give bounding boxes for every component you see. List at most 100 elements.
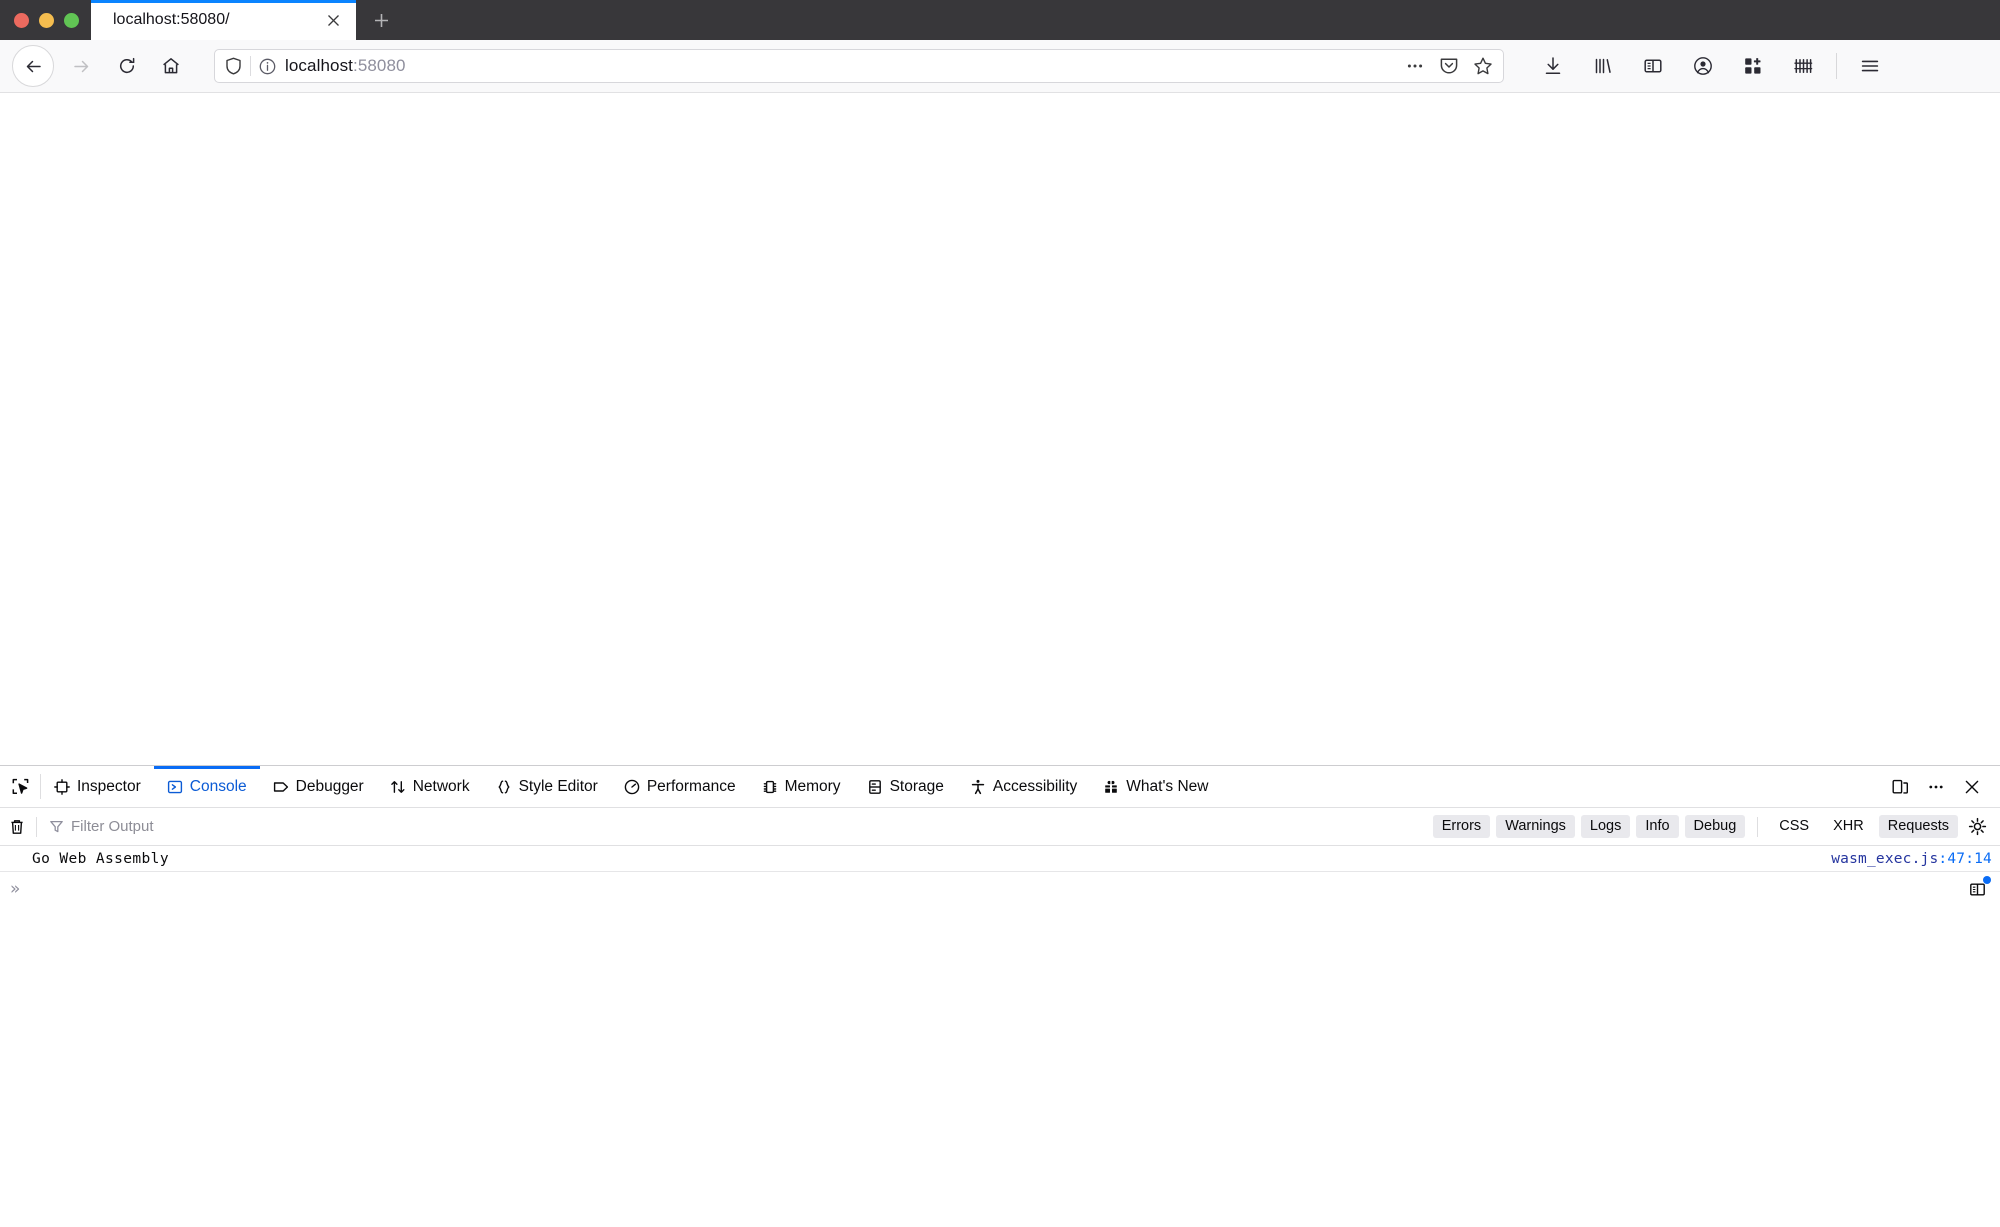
tab-console[interactable]: Console bbox=[153, 766, 260, 807]
tab-console-label: Console bbox=[189, 777, 247, 795]
account-icon[interactable] bbox=[1683, 46, 1723, 86]
devtools-toolbar: Inspector Console Debugger Network Style… bbox=[0, 766, 2000, 808]
tab-inspector-label: Inspector bbox=[77, 777, 141, 795]
devtools-toolbar-actions bbox=[1882, 766, 2000, 807]
tab-network[interactable]: Network bbox=[377, 766, 483, 807]
container-tabs-icon[interactable] bbox=[1783, 46, 1823, 86]
browser-toolbar-actions bbox=[1528, 46, 1895, 86]
navigation-toolbar: localhost:58080 bbox=[0, 40, 2000, 93]
performance-icon bbox=[624, 779, 640, 795]
filter-chip-errors[interactable]: Errors bbox=[1432, 815, 1491, 838]
tab-memory[interactable]: Memory bbox=[749, 766, 854, 807]
split-console-indicator bbox=[1983, 876, 1991, 884]
close-window-button[interactable] bbox=[14, 12, 29, 28]
console-prompt-chevron-icon: » bbox=[10, 879, 21, 899]
extensions-icon[interactable] bbox=[1733, 46, 1773, 86]
filter-chip-requests[interactable]: Requests bbox=[1878, 815, 1958, 838]
tab-debugger-label: Debugger bbox=[295, 777, 364, 795]
gear-icon[interactable] bbox=[1960, 808, 1994, 846]
url-port: :58080 bbox=[353, 56, 406, 75]
console-icon bbox=[167, 779, 183, 795]
console-message-text: Go Web Assembly bbox=[32, 850, 169, 867]
url-text[interactable]: localhost:58080 bbox=[285, 56, 1405, 76]
filter-chip-warnings[interactable]: Warnings bbox=[1496, 815, 1575, 838]
funnel-icon bbox=[49, 819, 64, 834]
tab-debugger[interactable]: Debugger bbox=[260, 766, 377, 807]
trash-icon[interactable] bbox=[0, 808, 34, 846]
home-button[interactable] bbox=[150, 45, 192, 87]
console-filter-chips: Errors Warnings Logs Info Debug CSS XHR … bbox=[1432, 815, 1958, 838]
toolbar-divider bbox=[1836, 53, 1837, 79]
reload-button[interactable] bbox=[106, 45, 148, 87]
filter-chip-divider bbox=[1757, 816, 1759, 837]
whats-new-icon bbox=[1103, 779, 1119, 795]
split-console-icon[interactable] bbox=[1960, 874, 1994, 904]
url-bar[interactable]: localhost:58080 bbox=[214, 49, 1504, 83]
menu-icon[interactable] bbox=[1850, 46, 1890, 86]
devtools-close-icon[interactable] bbox=[1954, 766, 1990, 808]
source-file: wasm_exec.js bbox=[1831, 850, 1939, 867]
console-input-row[interactable]: » bbox=[0, 872, 2000, 906]
minimize-window-button[interactable] bbox=[39, 12, 54, 28]
pocket-icon[interactable] bbox=[1439, 56, 1459, 76]
page-actions-icon[interactable] bbox=[1405, 56, 1425, 76]
filter-output-input[interactable]: Filter Output bbox=[41, 813, 1433, 841]
console-filter-toolbar: Filter Output Errors Warnings Logs Info … bbox=[0, 808, 2000, 846]
site-information-icon[interactable] bbox=[259, 58, 276, 75]
tab-style-editor-label: Style Editor bbox=[518, 777, 598, 795]
developer-tools-panel: Inspector Console Debugger Network Style… bbox=[0, 765, 2000, 1227]
tab-memory-label: Memory bbox=[784, 777, 841, 795]
filter-chip-css[interactable]: CSS bbox=[1770, 815, 1818, 838]
tab-inspector[interactable]: Inspector bbox=[41, 766, 154, 807]
memory-icon bbox=[762, 779, 778, 795]
tab-whats-new-label: What's New bbox=[1126, 777, 1209, 795]
style-editor-icon bbox=[496, 779, 512, 795]
library-icon[interactable] bbox=[1583, 46, 1623, 86]
browser-window: localhost:58080/ localhost:58080 Inspect… bbox=[0, 0, 2000, 1227]
bookmark-star-icon[interactable] bbox=[1473, 56, 1493, 76]
new-tab-button[interactable] bbox=[356, 0, 406, 40]
accessibility-icon bbox=[970, 779, 986, 795]
forward-button[interactable] bbox=[60, 45, 102, 87]
console-output: Go Web Assembly wasm_exec.js:47:14 » bbox=[0, 846, 2000, 1227]
tab-whats-new[interactable]: What's New bbox=[1090, 766, 1221, 807]
tab-storage-label: Storage bbox=[889, 777, 944, 795]
filter-chip-logs[interactable]: Logs bbox=[1580, 815, 1631, 838]
element-picker-icon[interactable] bbox=[0, 766, 40, 807]
filter-chip-debug[interactable]: Debug bbox=[1684, 815, 1746, 838]
sidebar-icon[interactable] bbox=[1633, 46, 1673, 86]
tab-network-label: Network bbox=[412, 777, 470, 795]
console-message-source-link[interactable]: wasm_exec.js:47:14 bbox=[1831, 851, 1992, 867]
tab-storage[interactable]: Storage bbox=[854, 766, 957, 807]
tab-title: localhost:58080/ bbox=[113, 11, 230, 28]
tab-close-icon[interactable] bbox=[320, 7, 346, 33]
devtools-tab-list: Inspector Console Debugger Network Style… bbox=[41, 766, 1882, 807]
page-content bbox=[0, 93, 2000, 765]
filter-output-placeholder: Filter Output bbox=[71, 818, 154, 835]
url-divider bbox=[250, 56, 251, 76]
filter-divider bbox=[36, 816, 37, 837]
browser-tab-active[interactable]: localhost:58080/ bbox=[91, 0, 356, 40]
downloads-icon[interactable] bbox=[1533, 46, 1573, 86]
tab-accessibility[interactable]: Accessibility bbox=[957, 766, 1090, 807]
back-button[interactable] bbox=[12, 45, 54, 87]
title-bar: localhost:58080/ bbox=[0, 0, 2000, 40]
tab-performance-label: Performance bbox=[646, 777, 736, 795]
window-controls bbox=[0, 0, 91, 40]
tab-accessibility-label: Accessibility bbox=[992, 777, 1078, 795]
url-host: localhost bbox=[285, 56, 353, 75]
devtools-meatball-menu-icon[interactable] bbox=[1918, 766, 1954, 808]
responsive-design-mode-icon[interactable] bbox=[1882, 766, 1918, 808]
storage-icon bbox=[867, 779, 883, 795]
tab-style-editor[interactable]: Style Editor bbox=[483, 766, 611, 807]
zoom-window-button[interactable] bbox=[64, 12, 79, 28]
network-icon bbox=[390, 779, 406, 795]
filter-chip-info[interactable]: Info bbox=[1636, 815, 1679, 838]
debugger-icon bbox=[273, 779, 289, 795]
filter-chip-xhr[interactable]: XHR bbox=[1824, 815, 1873, 838]
inspector-icon bbox=[54, 778, 70, 795]
source-position: :47:14 bbox=[1938, 850, 1992, 867]
tab-performance[interactable]: Performance bbox=[611, 766, 749, 807]
console-message-row[interactable]: Go Web Assembly wasm_exec.js:47:14 bbox=[0, 846, 2000, 872]
tracking-protection-shield-icon[interactable] bbox=[225, 57, 242, 75]
